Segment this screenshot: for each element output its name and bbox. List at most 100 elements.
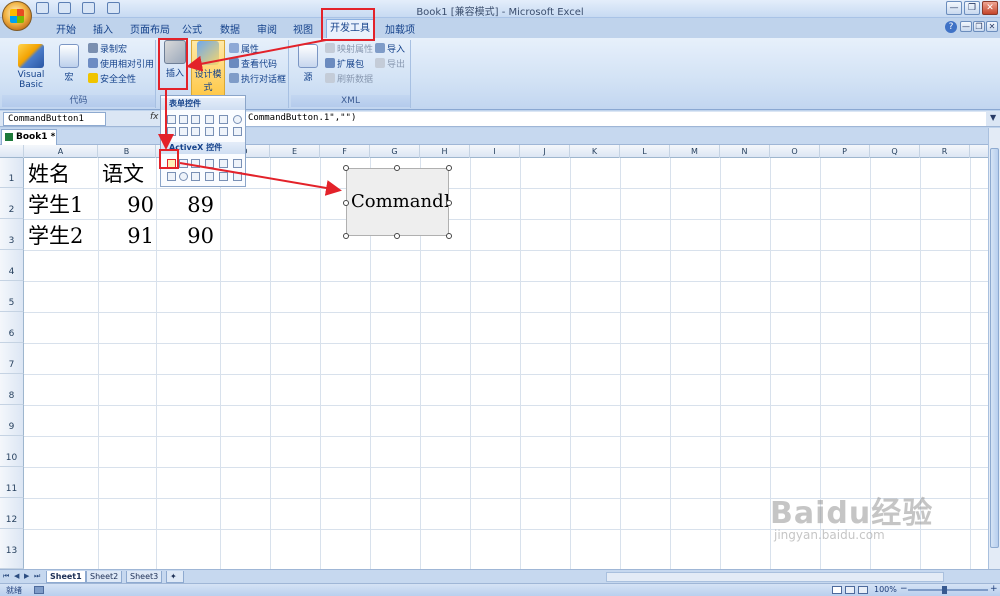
activex-spin-button-icon[interactable] (167, 172, 176, 181)
relative-references-button[interactable]: 使用相对引用 (88, 57, 154, 70)
activex-label-icon[interactable] (191, 172, 200, 181)
activex-option-button-icon[interactable] (179, 172, 188, 181)
tab-data[interactable]: 数据 (220, 21, 240, 36)
form-combo-list-icon[interactable] (219, 127, 228, 136)
last-sheet-icon[interactable]: ⏭ (34, 572, 40, 581)
first-sheet-icon[interactable]: ⏮ (3, 572, 9, 581)
row-header[interactable]: 10 (0, 436, 24, 467)
activex-list-box-icon[interactable] (205, 159, 214, 168)
function-icon[interactable]: fx (150, 112, 159, 122)
form-option-button-icon[interactable] (233, 115, 242, 124)
tab-insert[interactable]: 插入 (93, 21, 113, 36)
close-button[interactable]: ✕ (982, 1, 998, 15)
column-header[interactable]: N (720, 145, 770, 158)
office-button[interactable] (2, 1, 32, 31)
minimize-button[interactable]: — (946, 1, 962, 15)
form-checkbox-icon[interactable] (191, 115, 200, 124)
cell-B1[interactable]: 语文 (102, 160, 144, 188)
column-header[interactable]: I (470, 145, 520, 158)
column-header[interactable]: K (570, 145, 620, 158)
formula-input[interactable]: CommandButton.1","") (246, 112, 986, 126)
macro-record-icon[interactable] (34, 586, 44, 594)
resize-handle[interactable] (394, 165, 400, 171)
tab-view[interactable]: 视图 (293, 21, 313, 36)
column-header[interactable]: F (320, 145, 370, 158)
activex-image-icon[interactable] (205, 172, 214, 181)
sheet-tab-sheet2[interactable]: Sheet2 (86, 571, 123, 583)
normal-view-icon[interactable] (832, 586, 842, 594)
activex-toggle-button-icon[interactable] (219, 172, 228, 181)
design-mode-button[interactable]: 设计模式 (191, 40, 225, 96)
row-header[interactable]: 6 (0, 312, 24, 343)
expand-formula-icon[interactable]: ▼ (990, 113, 996, 122)
run-dialog-button[interactable]: 执行对话框 (229, 72, 286, 85)
resize-handle[interactable] (343, 165, 349, 171)
column-header[interactable]: O (770, 145, 820, 158)
wb-minimize-button[interactable]: — (960, 21, 972, 32)
activex-scroll-bar-icon[interactable] (233, 159, 242, 168)
row-header[interactable]: 9 (0, 405, 24, 436)
cell-A2[interactable]: 学生1 (28, 191, 83, 219)
zoom-level[interactable]: 100% (874, 585, 897, 594)
macro-security-button[interactable]: 安全全性 (88, 72, 136, 85)
record-macro-button[interactable]: 录制宏 (88, 42, 127, 55)
row-header[interactable]: 5 (0, 281, 24, 312)
row-header[interactable]: 3 (0, 219, 24, 250)
prev-sheet-icon[interactable]: ◀ (14, 572, 19, 580)
tab-formulas[interactable]: 公式 (182, 21, 202, 36)
cell-B3[interactable]: 91 (98, 222, 156, 250)
form-button-control-icon[interactable] (167, 115, 176, 124)
tab-home[interactable]: 开始 (56, 21, 76, 36)
export-button[interactable]: 导出 (375, 57, 405, 70)
resize-handle[interactable] (446, 233, 452, 239)
activex-combo-box-icon[interactable] (179, 159, 188, 168)
column-header[interactable]: R (920, 145, 970, 158)
form-group-box-icon[interactable] (167, 127, 176, 136)
refresh-data-button[interactable]: 刷新数据 (325, 72, 373, 85)
row-header[interactable]: 13 (0, 529, 24, 569)
visual-basic-button[interactable]: Visual Basic (6, 44, 56, 90)
form-combo-drop-icon[interactable] (233, 127, 242, 136)
name-box[interactable]: CommandButton1 (3, 112, 106, 126)
zoom-slider-knob[interactable] (942, 586, 947, 594)
sheet-tab-sheet1[interactable]: Sheet1 (46, 571, 86, 583)
select-all-corner[interactable] (0, 145, 24, 158)
column-header[interactable]: Q (870, 145, 920, 158)
cell-C3[interactable]: 90 (156, 222, 218, 250)
column-header[interactable]: H (420, 145, 470, 158)
zoom-out-icon[interactable]: − (900, 584, 908, 594)
command-button[interactable]: CommandButton1 (346, 168, 449, 236)
zoom-in-icon[interactable]: + (990, 584, 998, 594)
form-list-box-icon[interactable] (219, 115, 228, 124)
row-header[interactable]: 7 (0, 343, 24, 374)
macros-button[interactable]: 宏 (58, 44, 80, 83)
properties-button[interactable]: 属性 (229, 42, 259, 55)
form-text-field-icon[interactable] (205, 127, 214, 136)
insert-sheet-icon[interactable]: ✦ (166, 571, 184, 583)
restore-button[interactable]: ❐ (964, 1, 980, 15)
cell-B2[interactable]: 90 (98, 191, 156, 219)
resize-handle[interactable] (446, 200, 452, 206)
row-header[interactable]: 1 (0, 158, 24, 188)
column-header[interactable]: A (24, 145, 98, 158)
expansion-packs-button[interactable]: 扩展包 (325, 57, 364, 70)
cell-A1[interactable]: 姓名 (28, 160, 70, 188)
zoom-slider[interactable] (908, 589, 988, 591)
wb-restore-button[interactable]: ❐ (973, 21, 985, 32)
row-header[interactable]: 4 (0, 250, 24, 281)
map-properties-button[interactable]: 映射属性 (325, 42, 373, 55)
next-sheet-icon[interactable]: ▶ (24, 572, 29, 580)
activex-checkbox-icon[interactable] (191, 159, 200, 168)
wb-close-button[interactable]: ✕ (986, 21, 998, 32)
page-break-view-icon[interactable] (858, 586, 868, 594)
cell-C2[interactable]: 89 (156, 191, 218, 219)
row-header[interactable]: 11 (0, 467, 24, 498)
sheet-tab-sheet3[interactable]: Sheet3 (126, 571, 163, 583)
resize-handle[interactable] (343, 233, 349, 239)
activex-text-box-icon[interactable] (219, 159, 228, 168)
tab-review[interactable]: 审阅 (257, 21, 277, 36)
import-button[interactable]: 导入 (375, 42, 405, 55)
form-spinner-icon[interactable] (205, 115, 214, 124)
form-combo-box-icon[interactable] (179, 115, 188, 124)
vertical-scrollbar[interactable] (988, 128, 1000, 569)
